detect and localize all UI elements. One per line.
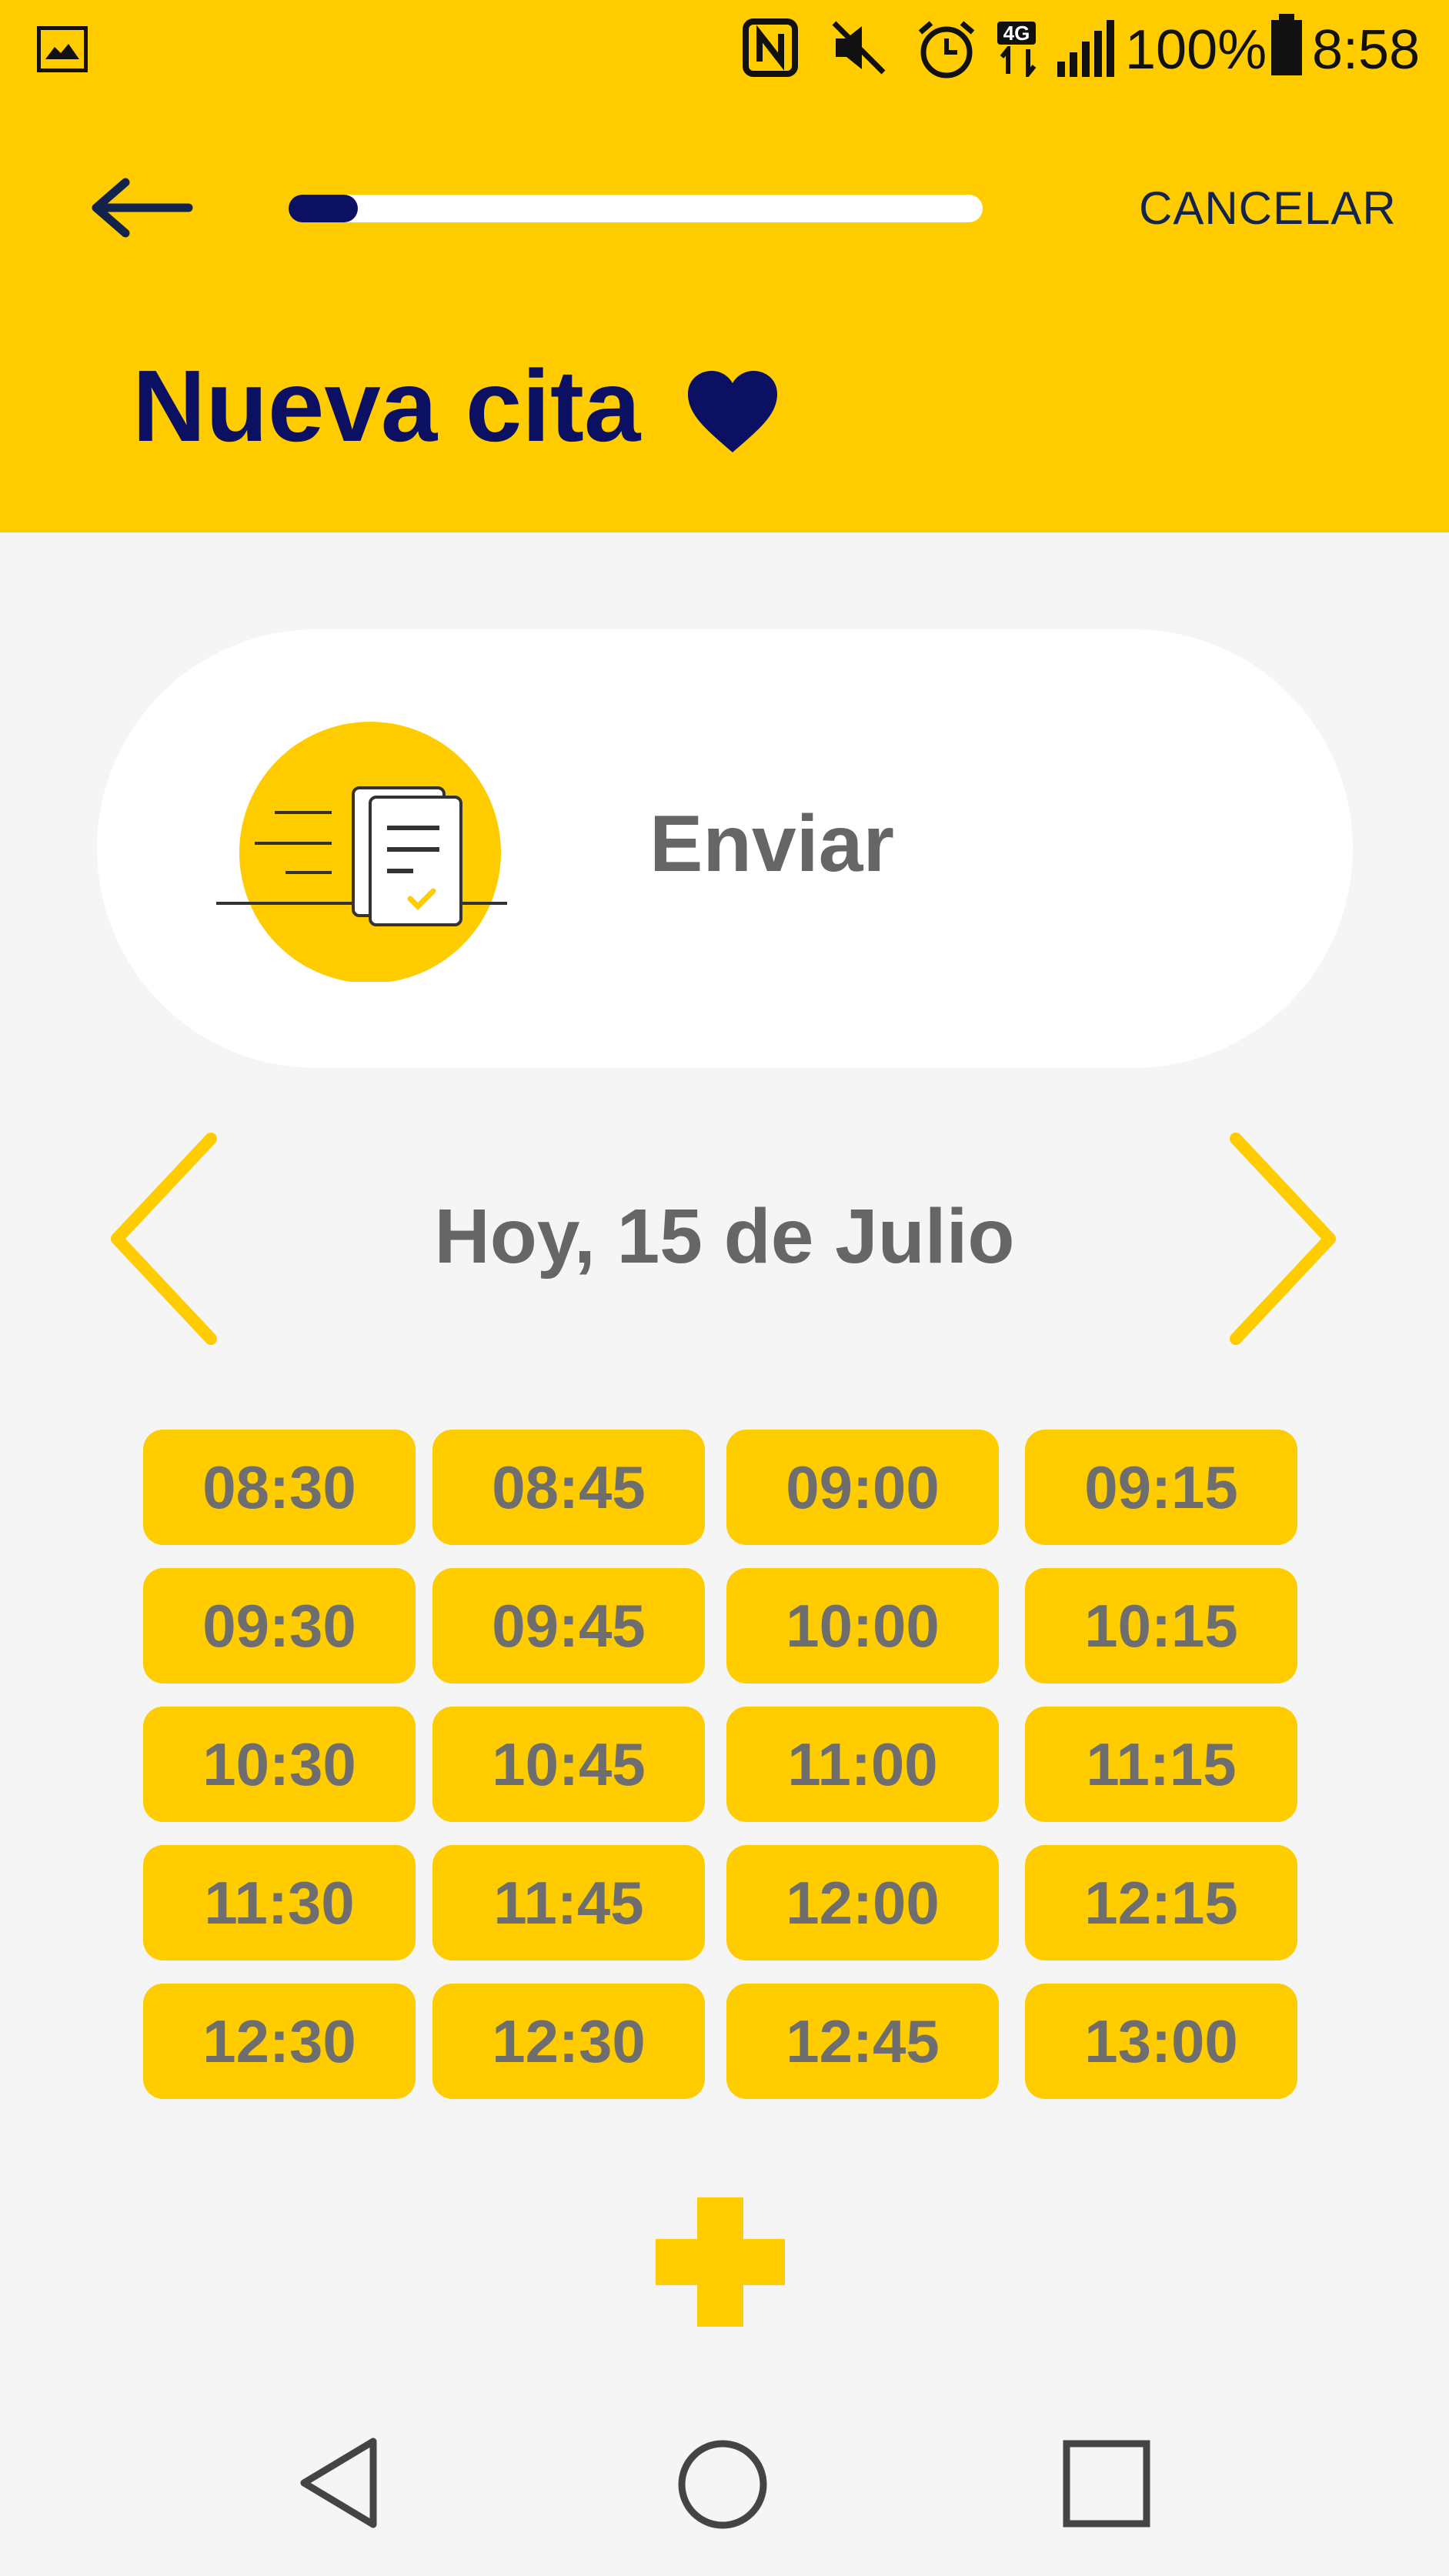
gallery-icon xyxy=(37,26,88,72)
clock: 8:58 xyxy=(1312,19,1421,81)
time-slot[interactable]: 11:00 xyxy=(726,1707,999,1822)
time-slot[interactable]: 12:45 xyxy=(726,1984,999,2099)
nav-home-icon[interactable] xyxy=(677,2439,768,2530)
time-slot[interactable]: 10:15 xyxy=(1025,1568,1297,1683)
time-slot[interactable]: 08:45 xyxy=(432,1430,705,1545)
add-button[interactable] xyxy=(656,2197,785,2327)
mute-icon xyxy=(832,21,886,75)
time-slot[interactable]: 12:30 xyxy=(432,1984,705,2099)
time-slot[interactable]: 09:30 xyxy=(143,1568,416,1683)
back-button[interactable] xyxy=(88,173,196,242)
next-day-button[interactable] xyxy=(1224,1131,1339,1346)
time-slot[interactable]: 09:45 xyxy=(432,1568,705,1683)
time-slot[interactable]: 11:15 xyxy=(1025,1707,1297,1822)
plus-icon xyxy=(656,2197,785,2327)
time-slot[interactable]: 08:30 xyxy=(143,1430,416,1545)
time-slot[interactable]: 11:45 xyxy=(432,1845,705,1960)
time-slot[interactable]: 12:30 xyxy=(143,1984,416,2099)
status-bar: 4G 100% 8:58 xyxy=(0,0,1449,100)
time-slot[interactable]: 13:00 xyxy=(1025,1984,1297,2099)
send-card[interactable]: Enviar xyxy=(97,629,1353,1068)
time-slot[interactable]: 10:30 xyxy=(143,1707,416,1822)
time-slot[interactable]: 11:30 xyxy=(143,1845,416,1960)
page-title: Nueva cita xyxy=(132,349,641,462)
card-label: Enviar xyxy=(649,799,894,889)
time-slot[interactable]: 10:45 xyxy=(432,1707,705,1822)
network-icon: 4G xyxy=(997,22,1043,77)
signal-icon xyxy=(1057,20,1114,77)
network-label: 4G xyxy=(997,22,1036,45)
nfc-icon xyxy=(743,18,798,77)
progress-fill xyxy=(289,195,359,222)
time-slot[interactable]: 09:00 xyxy=(726,1430,999,1545)
time-slot[interactable]: 09:15 xyxy=(1025,1430,1297,1545)
time-slot[interactable]: 12:15 xyxy=(1025,1845,1297,1960)
battery-icon xyxy=(1271,14,1302,75)
chevron-right-icon xyxy=(1230,1133,1336,1345)
arrow-left-icon xyxy=(92,178,193,238)
battery-percent: 100% xyxy=(1125,19,1267,81)
cancel-button[interactable]: CANCELAR xyxy=(1139,182,1397,235)
nav-recent-icon[interactable] xyxy=(1062,2439,1151,2528)
time-slot[interactable]: 12:00 xyxy=(726,1845,999,1960)
send-document-icon xyxy=(216,722,507,982)
heart-icon xyxy=(688,371,777,452)
nav-back-icon[interactable] xyxy=(296,2435,381,2531)
progress-bar xyxy=(289,195,983,222)
time-slot[interactable]: 10:00 xyxy=(726,1568,999,1683)
alarm-icon xyxy=(918,21,975,78)
